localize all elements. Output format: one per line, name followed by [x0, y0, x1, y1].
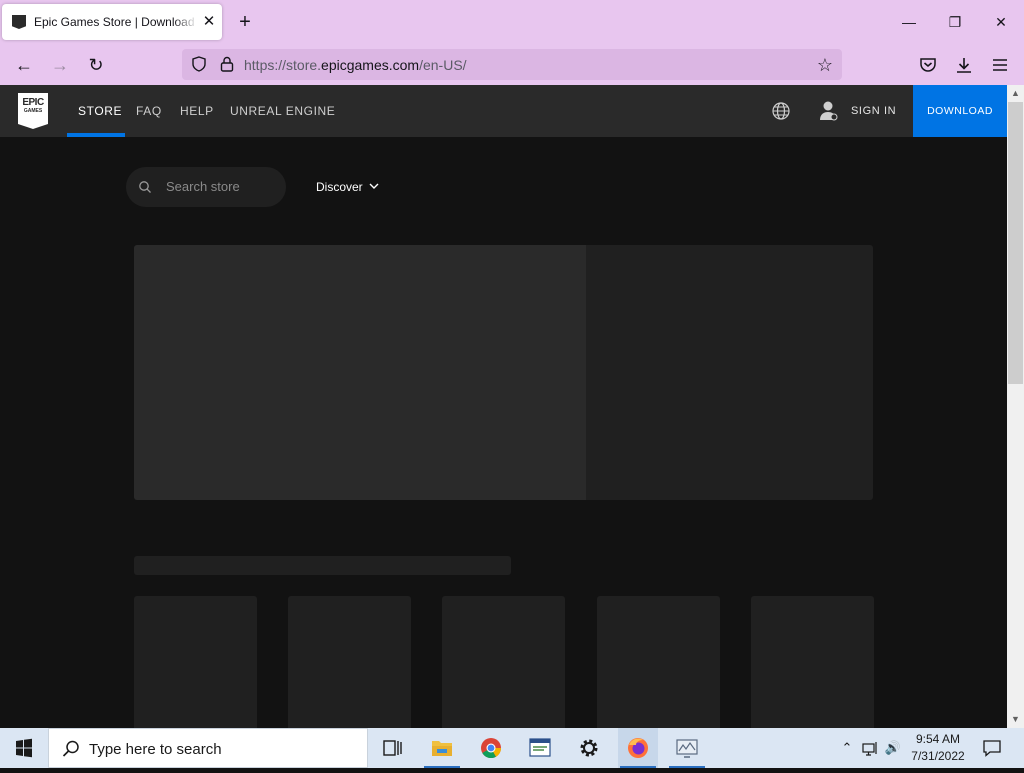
browser-tab-bar: Epic Games Store | Download & Play PC Ga… — [0, 0, 1024, 44]
windows-start-icon[interactable] — [0, 728, 48, 768]
epic-favicon-icon — [12, 15, 26, 29]
firefox-taskbar-button[interactable] — [618, 728, 658, 768]
tab-close-icon[interactable]: ✕ — [200, 13, 218, 31]
game-card-placeholder — [288, 596, 411, 728]
monitor-app-button[interactable] — [667, 728, 707, 768]
globe-icon[interactable] — [771, 101, 791, 121]
discover-menu[interactable]: Discover — [316, 180, 363, 194]
chevron-down-icon[interactable] — [368, 179, 380, 193]
section-title-placeholder — [134, 556, 511, 575]
browser-nav-bar: ← → ↻ https://store.epicgames.com/en-US/… — [0, 44, 1024, 85]
search-input[interactable]: Search store — [126, 167, 286, 207]
hero-side-placeholder — [586, 245, 873, 500]
search-icon — [139, 181, 151, 193]
scroll-down-arrow[interactable]: ▼ — [1007, 711, 1024, 728]
page-scrollbar[interactable]: ▲ ▼ — [1007, 85, 1024, 728]
epic-header: EPIC GAMES STORE FAQ HELP UNREAL ENGINE … — [0, 85, 1007, 137]
tray-chevron-icon[interactable]: ⌃ — [838, 738, 856, 758]
close-window-button[interactable]: ✕ — [986, 10, 1016, 34]
volume-icon[interactable]: 🔊 — [884, 738, 902, 758]
clock-date: 7/31/2022 — [911, 749, 965, 763]
search-placeholder: Search store — [166, 179, 240, 194]
browser-tab[interactable]: Epic Games Store | Download & Play PC Ga… — [2, 4, 222, 40]
search-icon — [62, 740, 79, 757]
taskbar-clock[interactable]: 9:54 AM 7/31/2022 — [903, 731, 973, 765]
scroll-up-arrow[interactable]: ▲ — [1007, 85, 1024, 102]
windows-taskbar: Type here to search ⌃ 🔊 9:54 AM 7/31/202… — [0, 728, 1024, 768]
lock-icon[interactable] — [218, 55, 236, 73]
nav-help[interactable]: HELP — [180, 104, 214, 118]
firefox-icon — [628, 738, 648, 758]
monitor-app-icon — [676, 739, 698, 758]
game-card-placeholder — [442, 596, 565, 728]
notification-icon[interactable] — [982, 738, 1002, 758]
reload-button[interactable]: ↻ — [83, 52, 109, 78]
url-text[interactable]: https://store.epicgames.com/en-US/ — [244, 57, 467, 73]
back-button[interactable]: ← — [11, 52, 37, 78]
settings-icon[interactable] — [569, 728, 609, 768]
logo-text: EPIC — [22, 97, 44, 108]
taskbar-search-input[interactable]: Type here to search — [48, 728, 368, 768]
maximize-button[interactable]: ❐ — [940, 10, 970, 34]
sign-in-link[interactable]: SIGN IN — [851, 105, 896, 117]
bookmark-star-icon[interactable]: ☆ — [814, 54, 836, 76]
user-icon[interactable] — [818, 100, 838, 122]
folder-icon — [432, 741, 452, 756]
app-icon[interactable] — [520, 728, 560, 768]
nav-faq[interactable]: FAQ — [136, 104, 162, 118]
game-card-placeholder — [597, 596, 720, 728]
nav-store[interactable]: STORE — [78, 104, 122, 118]
shield-icon[interactable] — [190, 55, 208, 73]
scroll-thumb[interactable] — [1008, 102, 1023, 384]
forward-button[interactable]: → — [47, 52, 73, 78]
nav-unreal-engine[interactable]: UNREAL ENGINE — [230, 104, 335, 118]
network-icon[interactable] — [861, 738, 879, 758]
address-bar[interactable]: https://store.epicgames.com/en-US/ ☆ — [182, 49, 842, 80]
pocket-icon[interactable] — [918, 55, 938, 75]
epic-games-logo[interactable]: EPIC GAMES — [18, 93, 48, 129]
logo-subtext: GAMES — [23, 108, 43, 114]
store-content: Search store Discover — [0, 137, 1007, 728]
taskbar-search-placeholder: Type here to search — [89, 741, 222, 758]
new-tab-button[interactable]: + — [234, 11, 256, 33]
file-explorer-icon[interactable] — [422, 728, 462, 768]
chrome-icon[interactable] — [471, 728, 511, 768]
download-button[interactable]: DOWNLOAD — [913, 85, 1007, 137]
game-card-placeholder — [134, 596, 257, 728]
menu-icon[interactable] — [990, 55, 1010, 75]
game-card-placeholder — [751, 596, 874, 728]
tab-title: Epic Games Store | Download & Play PC Ga… — [34, 15, 198, 29]
minimize-button[interactable]: — — [894, 10, 924, 34]
task-view-icon[interactable] — [372, 728, 412, 768]
hero-placeholder — [134, 245, 586, 500]
clock-time: 9:54 AM — [915, 732, 961, 746]
download-icon[interactable] — [954, 55, 974, 75]
